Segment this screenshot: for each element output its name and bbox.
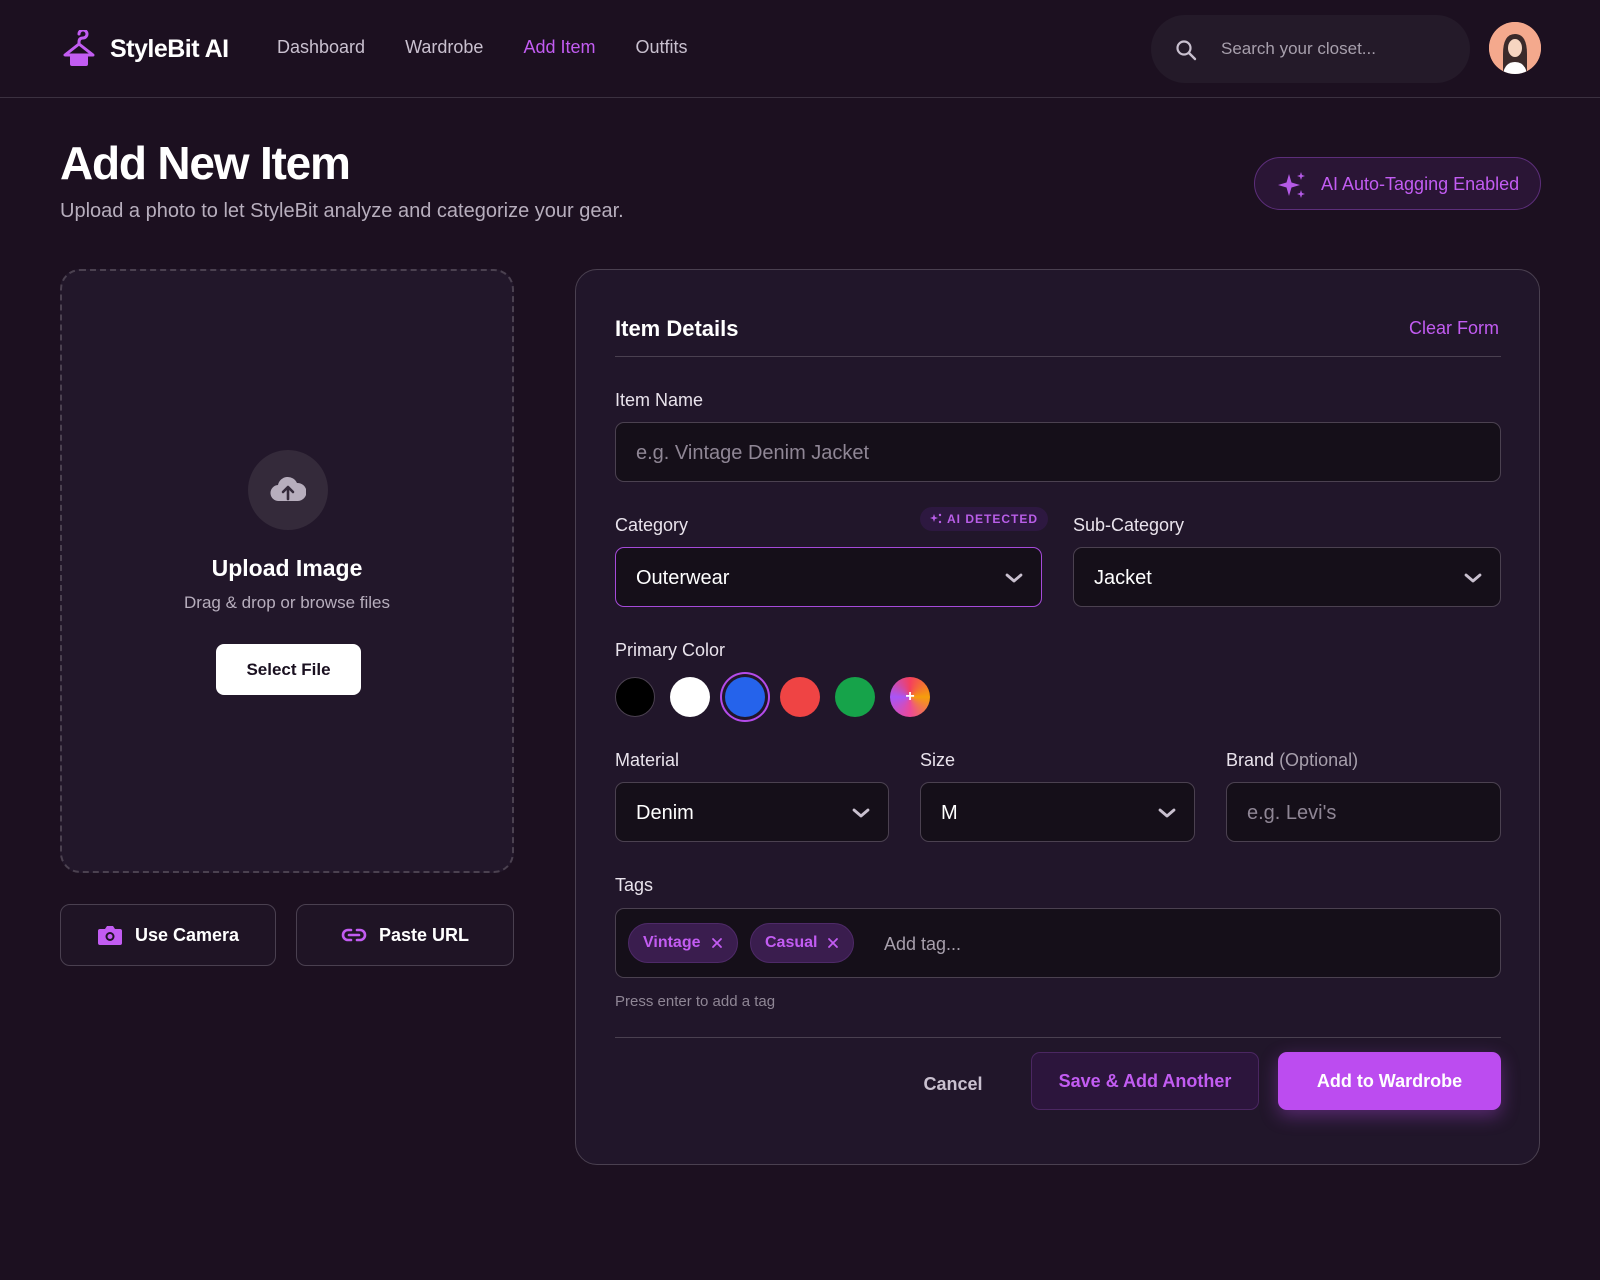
actions-divider [615, 1037, 1501, 1038]
add-to-wardrobe-button[interactable]: Add to Wardrobe [1278, 1052, 1501, 1110]
camera-icon [97, 926, 122, 945]
chevron-down-icon [1005, 573, 1023, 583]
swatch-white[interactable] [670, 677, 710, 717]
close-icon[interactable] [827, 937, 839, 949]
search-bar [1151, 15, 1470, 83]
tag-label: Vintage [643, 934, 701, 951]
sub-category-select[interactable]: Jacket [1073, 547, 1501, 607]
brand-input[interactable] [1247, 799, 1480, 827]
brand-label-text: Brand [1226, 750, 1275, 770]
category-label: Category [615, 515, 689, 535]
brand-logo[interactable]: StyleBit AI [62, 30, 229, 68]
item-name-label: Item Name [615, 390, 704, 410]
material-select[interactable]: Denim [615, 782, 889, 842]
link-icon [341, 928, 367, 942]
cancel-button[interactable]: Cancel [913, 1068, 993, 1100]
nav-outfits[interactable]: Outfits [635, 37, 687, 58]
upload-subtitle: Drag & drop or browse files [184, 593, 390, 612]
avatar[interactable] [1489, 22, 1541, 74]
sub-category-label: Sub-Category [1073, 515, 1185, 535]
size-label: Size [920, 750, 956, 770]
category-value: Outerwear [636, 567, 730, 589]
page-subtitle: Upload a photo to let StyleBit analyze a… [60, 200, 624, 222]
use-camera-label: Use Camera [134, 924, 240, 945]
size-value: M [941, 802, 958, 824]
save-and-add-another-button[interactable]: Save & Add Another [1031, 1052, 1259, 1110]
tag-chip: Casual [750, 923, 855, 963]
sub-category-value: Jacket [1094, 567, 1152, 589]
tags-hint: Press enter to add a tag [615, 993, 776, 1010]
swatch-custom[interactable]: + [890, 677, 930, 717]
upload-icon-circle [248, 450, 328, 530]
material-label: Material [615, 750, 680, 770]
sparkle-icon [1278, 172, 1305, 198]
swatch-green[interactable] [835, 677, 875, 717]
nav-add-item[interactable]: Add Item [523, 37, 595, 58]
upload-title: Upload Image [211, 555, 363, 581]
brand-field [1226, 782, 1501, 842]
card-title: Item Details [615, 316, 739, 341]
search-input[interactable] [1221, 33, 1451, 65]
chevron-down-icon [1158, 808, 1176, 818]
tag-chip: Vintage [628, 923, 738, 963]
item-name-field [615, 422, 1501, 482]
primary-color-label: Primary Color [615, 640, 726, 660]
tag-label: Casual [765, 934, 818, 951]
swatch-black[interactable] [615, 677, 655, 717]
brand-name: StyleBit AI [110, 34, 229, 63]
chevron-down-icon [1464, 573, 1482, 583]
search-icon [1176, 40, 1197, 61]
ai-detected-badge: AI DETECTED [920, 507, 1049, 531]
ai-auto-tagging-label: AI Auto-Tagging Enabled [1321, 174, 1520, 194]
hanger-icon [63, 30, 95, 66]
material-value: Denim [636, 802, 694, 824]
swatch-blue[interactable] [725, 677, 765, 717]
ai-detected-label: AI DETECTED [947, 512, 1039, 526]
brand-label: Brand (Optional) [1226, 750, 1358, 771]
paste-url-button[interactable]: Paste URL [296, 904, 514, 966]
top-nav-bar: StyleBit AI Dashboard Wardrobe Add Item … [0, 0, 1600, 98]
user-avatar-icon [1489, 22, 1541, 74]
page-title: Add New Item [60, 137, 351, 189]
add-tag-input[interactable] [884, 931, 1284, 957]
chevron-down-icon [852, 808, 870, 818]
clear-form-button[interactable]: Clear Form [1409, 318, 1499, 339]
item-details-card: Item Details Clear Form Item Name Catego… [575, 269, 1540, 1165]
close-icon[interactable] [711, 937, 723, 949]
size-select[interactable]: M [920, 782, 1195, 842]
item-name-input[interactable] [636, 439, 1480, 467]
category-select[interactable]: Outerwear [615, 547, 1042, 607]
select-file-button[interactable]: Select File [216, 644, 361, 695]
tags-field: Vintage Casual [615, 908, 1501, 978]
main-nav: Dashboard Wardrobe Add Item Outfits [277, 37, 728, 58]
plus-icon: + [905, 688, 915, 705]
sparkle-small-icon [930, 513, 942, 524]
brand-optional-text: (Optional) [1279, 750, 1359, 770]
tags-label: Tags [615, 875, 654, 895]
use-camera-button[interactable]: Use Camera [60, 904, 276, 966]
upload-dropzone[interactable]: Upload Image Drag & drop or browse files… [60, 269, 514, 873]
nav-wardrobe[interactable]: Wardrobe [405, 37, 483, 58]
cloud-upload-icon [270, 476, 306, 502]
nav-dashboard[interactable]: Dashboard [277, 37, 365, 58]
card-header-divider [615, 356, 1501, 357]
paste-url-label: Paste URL [378, 924, 470, 945]
ai-auto-tagging-badge[interactable]: AI Auto-Tagging Enabled [1254, 157, 1541, 210]
swatch-red[interactable] [780, 677, 820, 717]
